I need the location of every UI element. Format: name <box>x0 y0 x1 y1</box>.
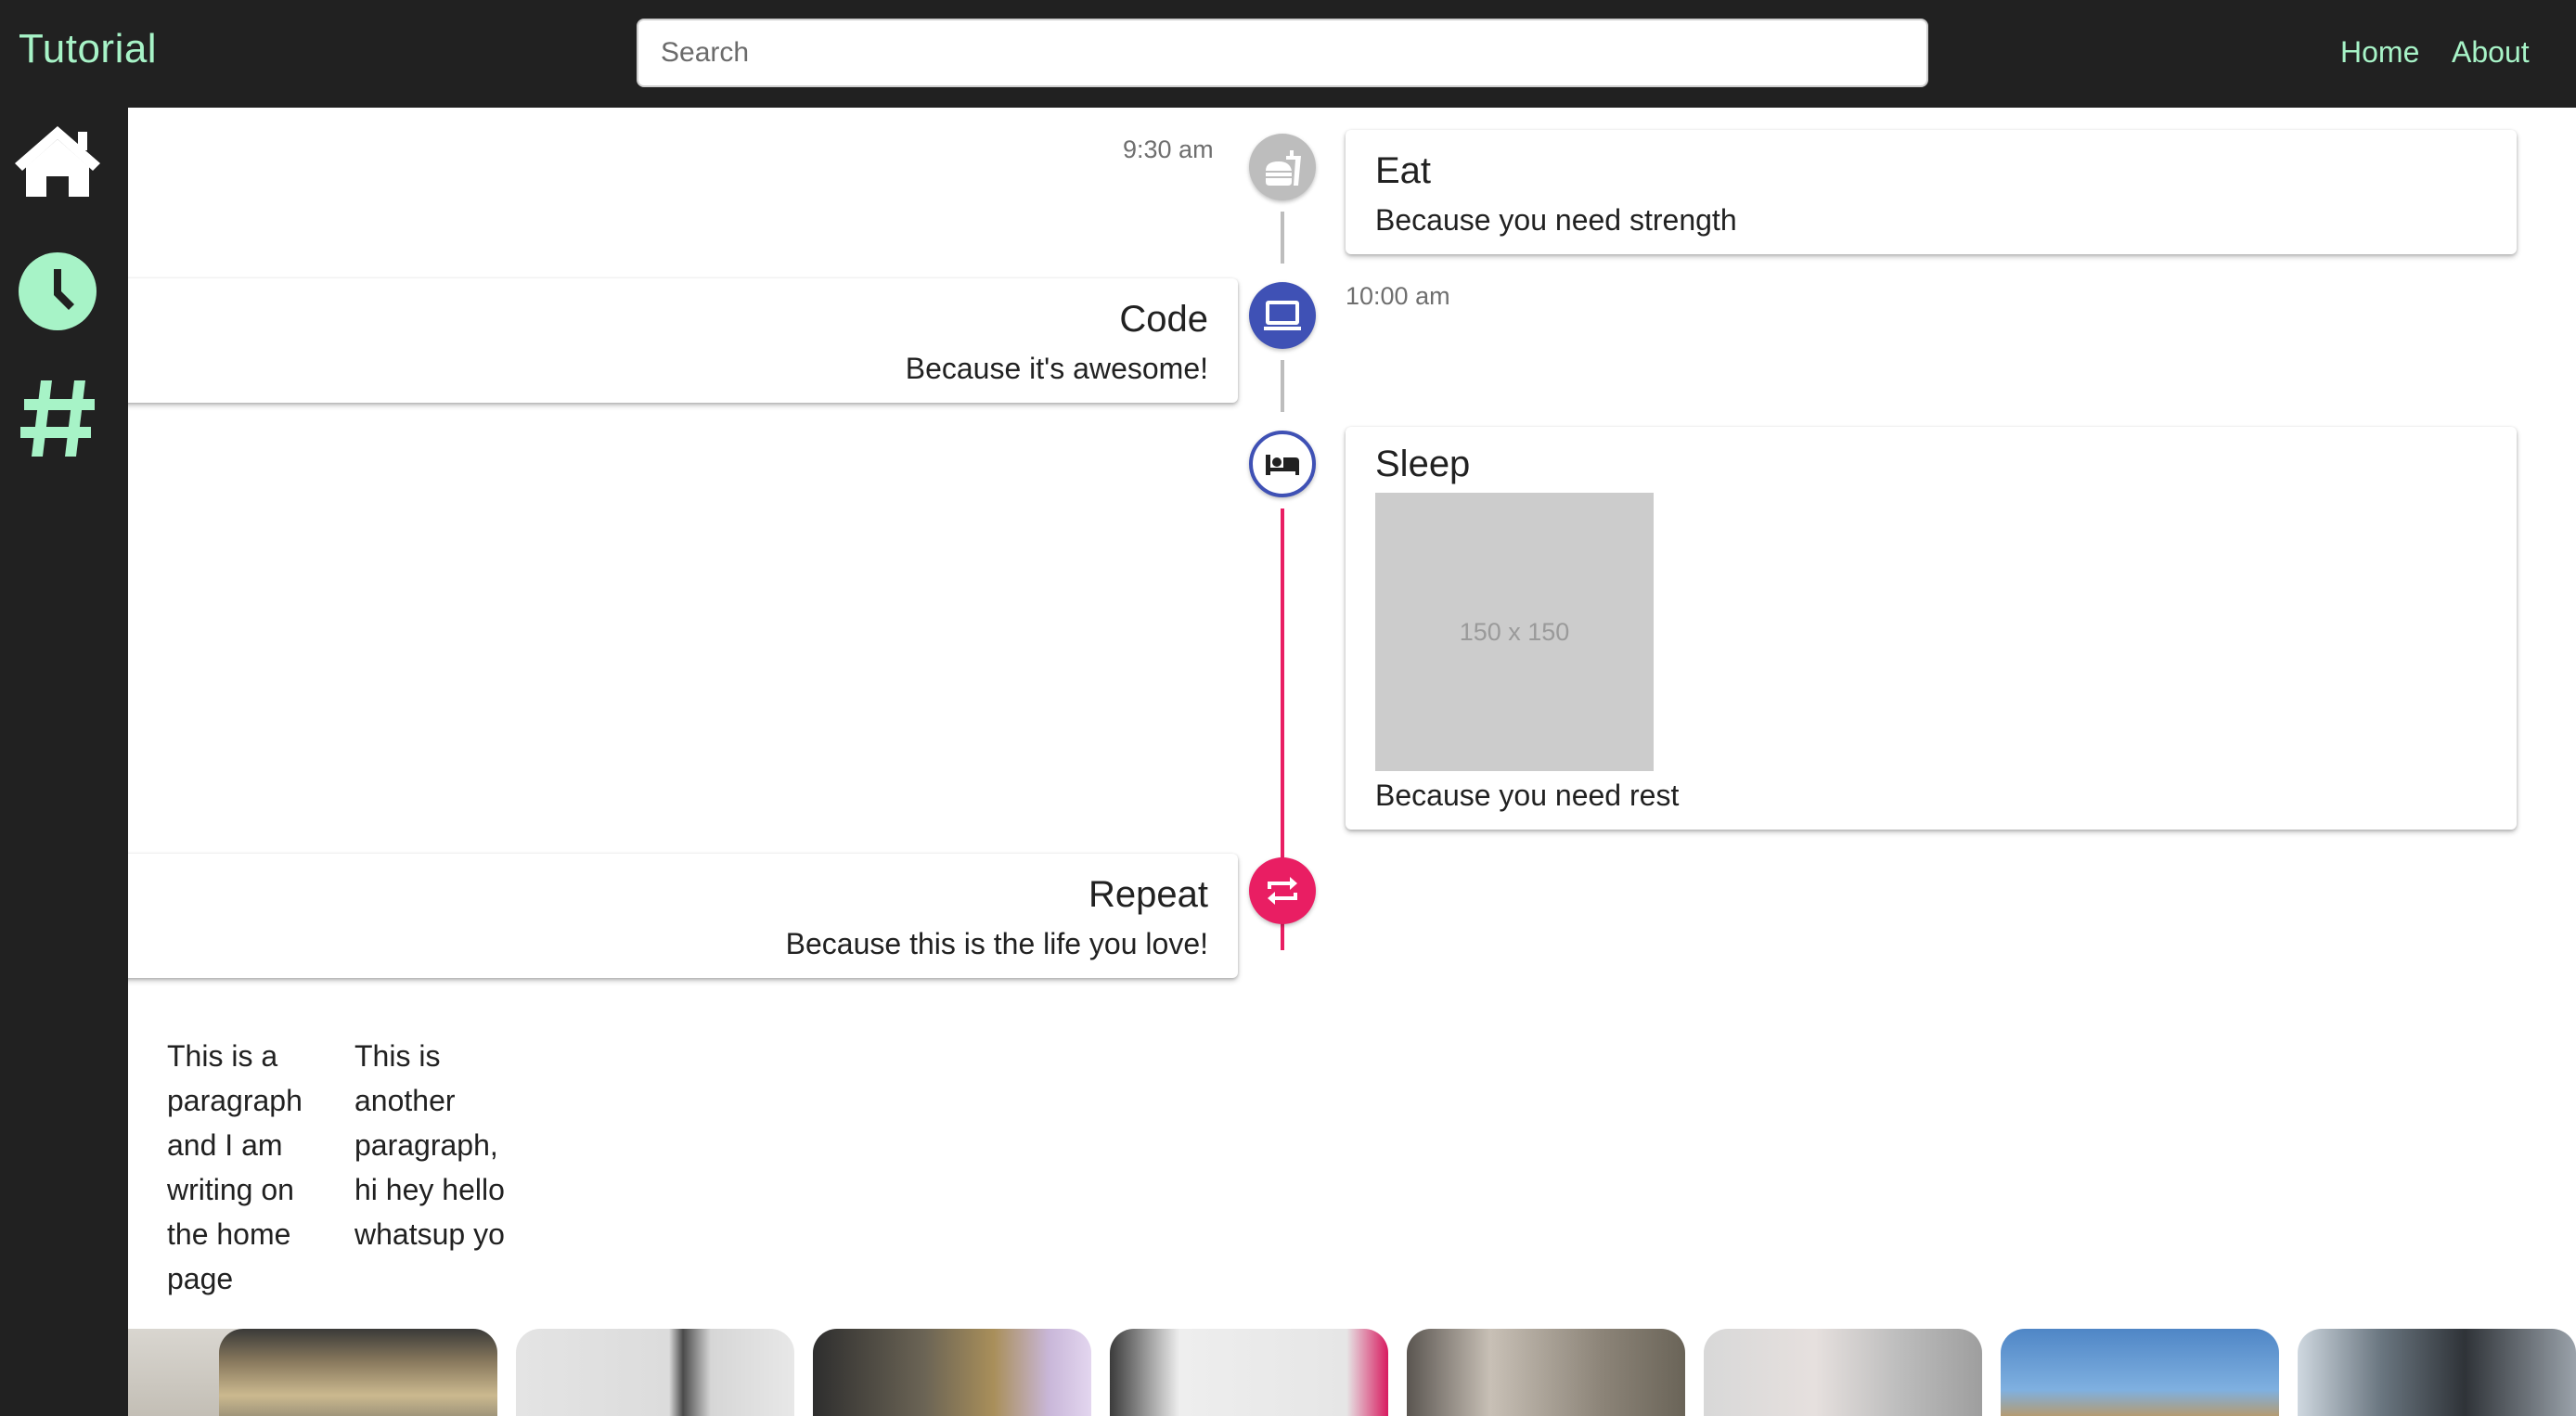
card-body: Because you need strength <box>1375 203 1737 237</box>
timeline-card-eat: Eat Because you need strength <box>1346 130 2517 254</box>
fastfood-icon <box>1266 150 1301 186</box>
timeline-time: 9:30 am <box>1123 135 1214 163</box>
image-placeholder-label: 150 x 150 <box>1459 617 1570 646</box>
timeline-dot <box>1249 134 1316 200</box>
paragraph-line: the home <box>167 1217 291 1251</box>
paragraph-line: another <box>354 1084 456 1117</box>
timeline-dot <box>1249 431 1316 497</box>
paragraph-line: whatsup yo <box>354 1217 505 1251</box>
hashtag-icon <box>20 380 95 457</box>
timeline-dot <box>1249 282 1316 349</box>
gallery-thumbnail[interactable] <box>813 1329 1091 1416</box>
card-title: Sleep <box>1375 444 1471 484</box>
main-content: 9:30 am Eat Because you need strength 10… <box>128 108 2576 1416</box>
paragraph-line: This is <box>354 1039 441 1073</box>
timeline-dot <box>1249 857 1316 924</box>
paragraph-line: This is a <box>167 1039 278 1073</box>
timeline-card-repeat: Repeat Because this is the life you love… <box>128 854 1238 978</box>
gallery-thumbnail[interactable] <box>1407 1329 1685 1416</box>
laptop-icon <box>1264 301 1301 330</box>
sidebar-item-home[interactable] <box>0 115 128 217</box>
home-icon <box>15 126 100 197</box>
search-input[interactable] <box>637 19 1928 87</box>
paragraph-2: This is another paragraph, hi hey hello … <box>354 1034 505 1256</box>
sidebar-item-hashtag[interactable] <box>0 367 128 470</box>
paragraph-line: hi hey hello <box>354 1173 505 1206</box>
repeat-icon <box>1268 877 1297 905</box>
timeline-connector <box>1281 360 1284 412</box>
timeline-card-sleep: Sleep 150 x 150 Because you need rest <box>1346 427 2517 830</box>
nav-link-about[interactable]: About <box>2452 35 2530 70</box>
nav-link-home[interactable]: Home <box>2340 35 2419 70</box>
gallery-thumbnail[interactable] <box>1110 1329 1388 1416</box>
app-brand[interactable]: Tutorial <box>19 26 157 72</box>
clock-icon <box>19 252 97 330</box>
card-title: Eat <box>1375 150 1432 191</box>
paragraph-line: paragraph, <box>354 1128 498 1162</box>
image-placeholder: 150 x 150 <box>1375 493 1654 771</box>
gallery-thumbnail[interactable] <box>1704 1329 1982 1416</box>
paragraph-1: This is a paragraph and I am writing on … <box>167 1034 303 1301</box>
card-body: Because it's awesome! <box>905 352 1208 385</box>
top-app-bar: Tutorial Home About <box>0 0 2576 108</box>
sidebar-item-timeline[interactable] <box>0 245 128 347</box>
timeline-time: 10:00 am <box>1346 282 1450 310</box>
sidebar <box>0 108 128 1416</box>
card-title: Code <box>1119 299 1208 340</box>
card-body: Because this is the life you love! <box>785 927 1208 960</box>
card-title: Repeat <box>1088 874 1208 915</box>
gallery-thumbnail[interactable] <box>516 1329 794 1416</box>
card-body: Because you need rest <box>1375 779 1680 812</box>
timeline-connector <box>1281 212 1284 264</box>
hotel-icon <box>1266 455 1299 475</box>
paragraph-line: and I am <box>167 1128 283 1162</box>
paragraph-line: paragraph <box>167 1084 303 1117</box>
timeline-card-code: Code Because it's awesome! <box>128 278 1238 403</box>
gallery-thumbnail[interactable] <box>219 1329 497 1416</box>
gallery-thumbnail[interactable] <box>2298 1329 2576 1416</box>
paragraph-line: page <box>167 1262 234 1295</box>
gallery-thumbnail[interactable] <box>2001 1329 2279 1416</box>
paragraph-line: writing on <box>167 1173 294 1206</box>
